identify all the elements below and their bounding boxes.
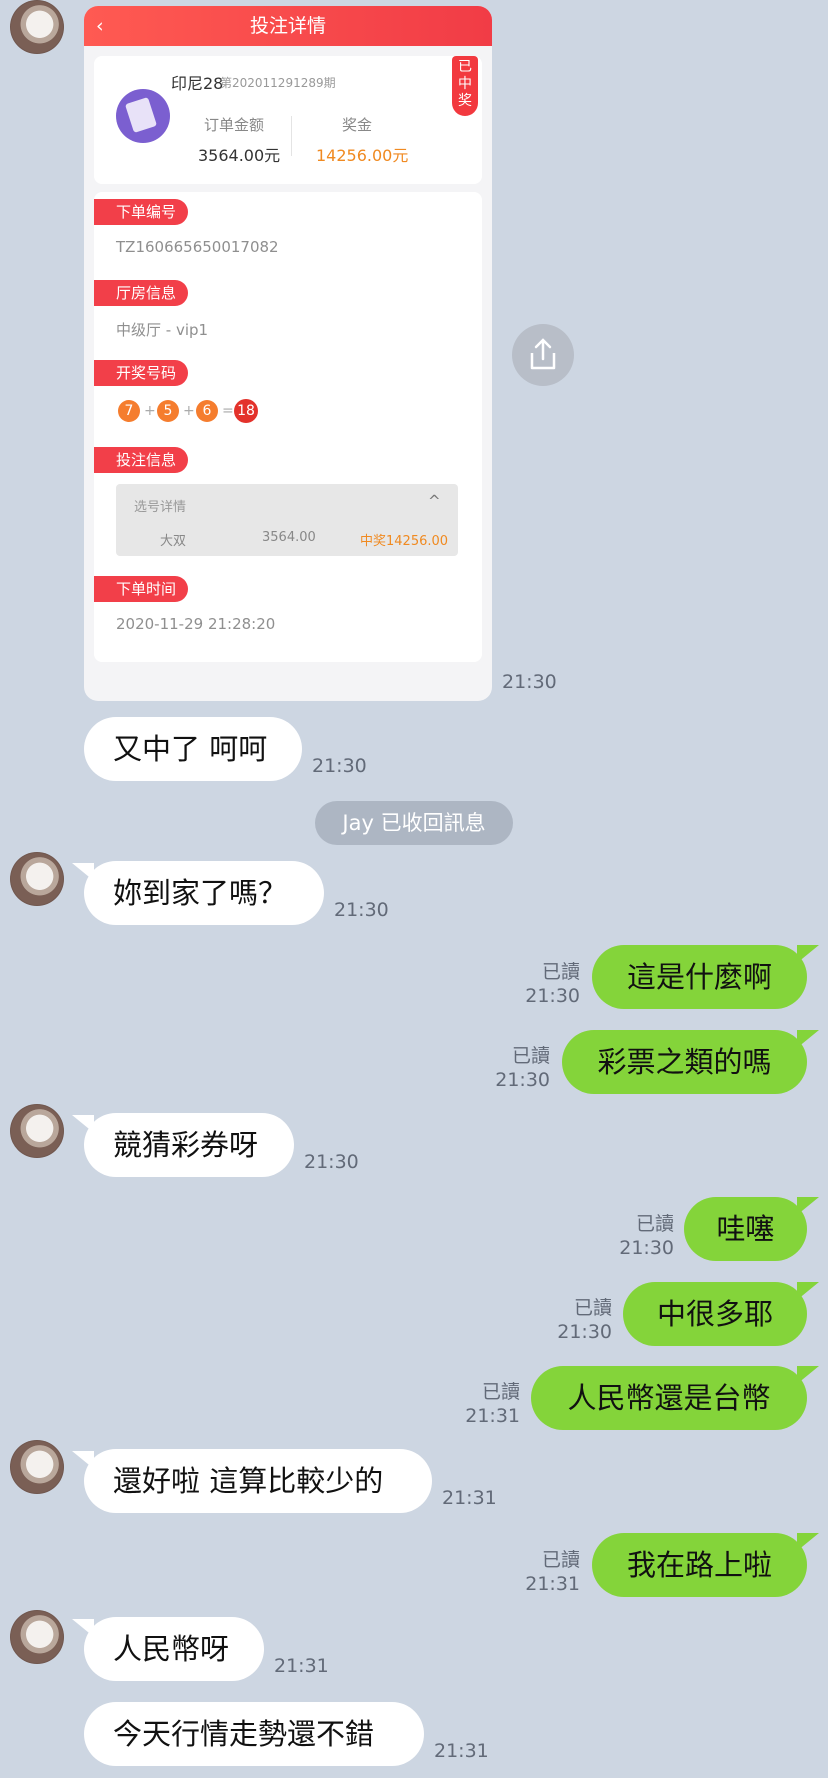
sent-message[interactable]: 中很多耶 — [623, 1282, 807, 1346]
read-receipt: 已讀 21:30 — [557, 1297, 612, 1343]
lottery-name: 印尼28 — [171, 74, 224, 93]
avatar[interactable] — [10, 852, 64, 906]
order-time: 2020-11-29 21:28:20 — [116, 615, 276, 633]
order-amount: 3564.00元 — [198, 146, 281, 165]
message-time: 21:31 — [434, 1740, 489, 1762]
sent-message[interactable]: 人民幣還是台幣 — [531, 1366, 807, 1430]
screenshot-title: 投注详情 — [249, 15, 326, 37]
chevron-up-icon: ^ — [428, 492, 441, 510]
room-info: 中级厅 - vip1 — [116, 321, 209, 339]
share-button[interactable] — [512, 324, 574, 386]
screenshot-header: ‹ 投注详情 — [84, 6, 492, 46]
share-icon — [530, 338, 556, 370]
message-time: 21:30 — [502, 671, 557, 693]
bet-detail-box: 选号详情 ^ 大双 3564.00 中奖14256.00 — [116, 484, 458, 556]
message-time: 21:30 — [334, 899, 389, 921]
received-message[interactable]: 競猜彩券呀 — [84, 1113, 294, 1177]
read-receipt: 已讀 21:30 — [525, 961, 580, 1007]
time-tag: 下单时间 — [94, 576, 188, 602]
bet-detail-header: 选号详情 — [134, 500, 187, 515]
bet-amount: 3564.00 — [262, 530, 316, 545]
lottery-logo — [116, 89, 170, 143]
plus-sign: + — [183, 403, 195, 419]
message-time: 21:30 — [304, 1151, 359, 1173]
draw-ball: 7 — [118, 400, 140, 422]
prize-amount: 14256.00元 — [316, 146, 409, 165]
divider — [291, 116, 292, 156]
sent-message[interactable]: 我在路上啦 — [592, 1533, 807, 1597]
shared-screenshot[interactable]: ‹ 投注详情 印尼28 第202011291289期 订单金额 3564.00元… — [84, 6, 492, 701]
avatar[interactable] — [10, 1440, 64, 1494]
read-receipt: 已讀 21:30 — [619, 1213, 674, 1259]
bet-choice: 大双 — [160, 534, 187, 549]
order-no: TZ160665650017082 — [116, 238, 279, 256]
message-time: 21:31 — [274, 1655, 329, 1677]
sent-message[interactable]: 彩票之類的嗎 — [562, 1030, 807, 1094]
received-message[interactable]: 人民幣呀 — [84, 1617, 264, 1681]
received-message[interactable]: 妳到家了嗎？ — [84, 861, 324, 925]
received-message[interactable]: 還好啦 這算比較少的 — [84, 1449, 432, 1513]
draw-tag: 开奖号码 — [94, 360, 188, 386]
recall-notice: Jay 已收回訊息 — [315, 801, 513, 845]
period: 第202011291289期 — [220, 76, 336, 90]
bet-win: 中奖14256.00 — [360, 534, 449, 549]
plus-sign: + — [144, 403, 156, 419]
room-tag: 厅房信息 — [94, 280, 188, 306]
sent-message[interactable]: 哇噻 — [684, 1197, 807, 1261]
avatar[interactable] — [10, 1104, 64, 1158]
order-amount-label: 订单金额 — [204, 116, 265, 134]
received-message[interactable]: 又中了 呵呵 — [84, 717, 302, 781]
equals-sign: = — [222, 403, 234, 419]
read-receipt: 已讀 21:31 — [525, 1549, 580, 1595]
draw-total: 18 — [234, 399, 258, 423]
sent-message[interactable]: 這是什麼啊 — [592, 945, 807, 1009]
order-no-tag: 下单编号 — [94, 199, 188, 225]
draw-ball: 5 — [157, 400, 179, 422]
won-badge: 已中奖 — [452, 56, 478, 116]
read-receipt: 已讀 21:31 — [465, 1381, 520, 1427]
message-time: 21:31 — [442, 1487, 497, 1509]
prize-label: 奖金 — [342, 116, 373, 134]
summary-panel: 印尼28 第202011291289期 订单金额 3564.00元 奖金 142… — [94, 56, 482, 184]
avatar[interactable] — [10, 1610, 64, 1664]
draw-ball: 6 — [196, 400, 218, 422]
avatar[interactable] — [10, 0, 64, 54]
message-time: 21:30 — [312, 755, 367, 777]
bet-tag: 投注信息 — [94, 447, 188, 473]
read-receipt: 已讀 21:30 — [495, 1045, 550, 1091]
received-message[interactable]: 今天行情走勢還不錯 — [84, 1702, 424, 1766]
